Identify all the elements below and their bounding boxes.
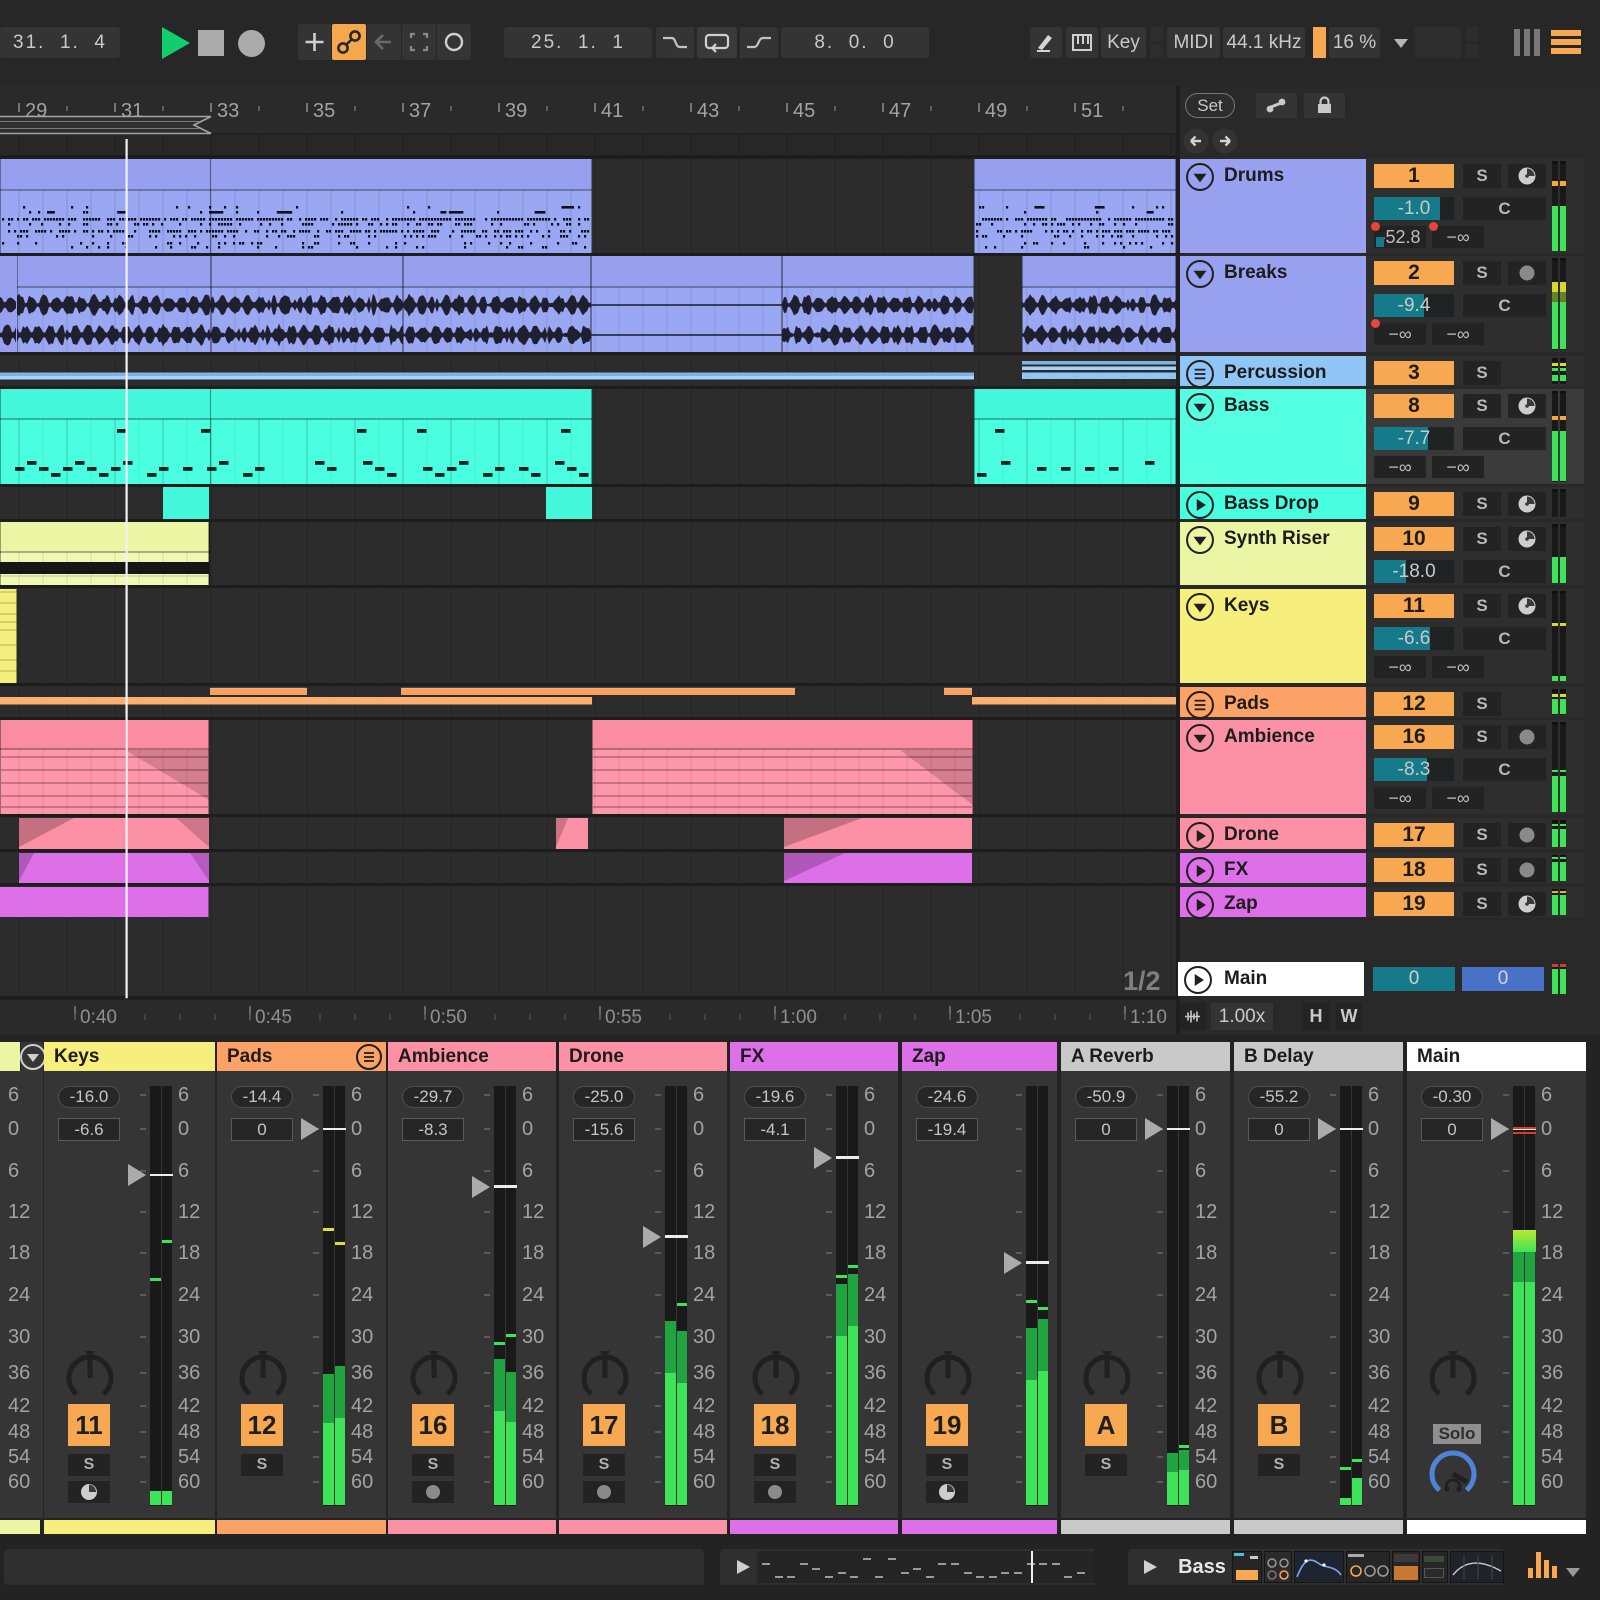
svg-text:0:45: 0:45 [255, 1007, 292, 1028]
svg-text:45: 45 [793, 100, 815, 122]
svg-text:37: 37 [409, 100, 431, 122]
svg-text:51: 51 [1081, 100, 1103, 122]
svg-text:0:50: 0:50 [430, 1007, 467, 1028]
svg-text:39: 39 [505, 100, 527, 122]
svg-text:33: 33 [217, 100, 239, 122]
svg-text:1:05: 1:05 [955, 1007, 992, 1028]
svg-text:49: 49 [985, 100, 1007, 122]
svg-text:1:00: 1:00 [780, 1007, 817, 1028]
svg-text:0:55: 0:55 [605, 1007, 642, 1028]
svg-text:47: 47 [889, 100, 911, 122]
svg-text:1:10: 1:10 [1130, 1007, 1167, 1028]
svg-text:41: 41 [601, 100, 623, 122]
svg-text:43: 43 [697, 100, 719, 122]
svg-text:35: 35 [313, 100, 335, 122]
svg-text:0:40: 0:40 [80, 1007, 117, 1028]
